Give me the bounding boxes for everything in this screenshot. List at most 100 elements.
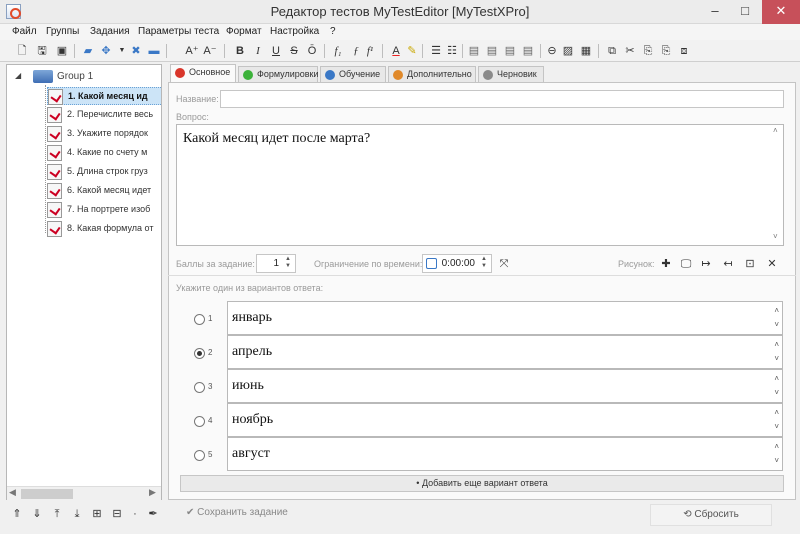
tab-wordings[interactable]: Формулировки [238,66,318,82]
collapse-icon[interactable]: ◢ [15,71,21,80]
arrow-right-icon[interactable]: ↦ [698,256,714,272]
new-file-icon[interactable]: 🗋 [14,43,30,59]
collapse-all-icon[interactable]: ⊟ [110,506,124,522]
answer-scroll-icon[interactable]: ˄ ˅ [774,372,779,400]
close-button[interactable]: ✕ [762,0,800,24]
remove-picture-icon[interactable]: ✕ [764,256,780,272]
numbered-list-icon[interactable]: ☷ [444,43,460,59]
strikethrough-icon[interactable]: S [286,43,302,59]
answer-scroll-icon[interactable]: ˄ ˅ [774,338,779,366]
stepper-arrows-icon[interactable]: ▲ ▼ [478,256,490,271]
format-painter-icon[interactable]: ⧈ [676,43,692,59]
subscript-icon[interactable]: f₁ [330,43,346,59]
arrows-icon[interactable]: ✥ [98,43,114,59]
italic-icon[interactable]: I [250,43,266,59]
points-stepper[interactable]: 1 ▲ ▼ [256,254,296,273]
tree-item-3[interactable]: 3. Укажите порядок [47,125,161,143]
add-answer-button[interactable]: • Добавить еще вариант ответа [180,475,784,492]
tab-training[interactable]: Обучение [320,66,386,82]
dot-icon[interactable]: · [128,506,142,522]
question-scrollbar[interactable]: ˄ ˅ [772,126,782,244]
tab-main[interactable]: Основное [170,64,236,83]
tab-additional[interactable]: Дополнительно [388,66,476,82]
overline-icon[interactable]: Ō [304,43,320,59]
scroll-up-icon[interactable]: ˄ [773,126,778,135]
font-grow-icon[interactable]: A⁺ [184,43,200,59]
minimize-button[interactable]: – [700,0,730,24]
bullet-list-icon[interactable]: ☰ [428,43,444,59]
paste-icon[interactable]: ⎘ [640,43,656,59]
table-icon[interactable]: ▦ [578,43,594,59]
answer-radio-4[interactable] [194,416,205,427]
answer-editor-1[interactable]: январь ˄ ˅ [227,301,783,335]
answer-radio-3[interactable] [194,382,205,393]
font-color-icon[interactable]: A [388,43,404,59]
scroll-right-icon[interactable]: ▶ [149,487,156,498]
paste-special-icon[interactable]: ⎘ [658,43,674,59]
shuffle-icon[interactable]: ✖ [128,43,144,59]
tab-draft[interactable]: Черновик [478,66,544,82]
add-picture-icon[interactable]: ✚ [658,256,674,272]
tree-item-1[interactable]: 1. Какой месяц ид [47,87,161,105]
stepper-arrows-icon[interactable]: ▲ ▼ [282,256,294,271]
open-file-icon[interactable]: 🖫 [34,43,50,59]
answer-editor-2[interactable]: апрель ˄ ˅ [227,335,783,369]
highlight-icon[interactable]: ✎ [404,43,420,59]
align-left-icon[interactable]: ▤ [466,43,482,59]
answer-radio-2[interactable] [194,348,205,359]
folder-icon[interactable]: ▰ [80,43,96,59]
menu-file[interactable]: Файл [12,26,37,37]
tree-item-6[interactable]: 6. Какой месяц идет [47,182,161,200]
move-bottom-icon[interactable]: ⤓ [70,506,84,522]
menu-settings[interactable]: Настройка [270,26,319,37]
answer-radio-1[interactable] [194,314,205,325]
menu-format[interactable]: Формат [226,26,262,37]
scroll-left-icon[interactable]: ◀ [9,487,16,498]
screen-icon[interactable]: 🖵 [678,256,694,272]
save-task-button[interactable]: ✔ Сохранить задание [186,507,288,518]
time-limit-checkbox[interactable] [426,258,437,269]
answer-scroll-icon[interactable]: ˄ ˅ [774,304,779,332]
bold-icon[interactable]: B [232,43,248,59]
tree-item-7[interactable]: 7. На портрете изоб [47,201,161,219]
save-icon[interactable]: ▣ [54,43,70,59]
question-editor[interactable]: Какой месяц идет после марта? ˄ ˅ [176,124,784,246]
answer-editor-4[interactable]: ноябрь ˄ ˅ [227,403,783,437]
expand-all-icon[interactable]: ⊞ [90,506,104,522]
image-icon[interactable]: ▨ [560,43,576,59]
justify-icon[interactable]: ▤ [520,43,536,59]
maximize-button[interactable]: □ [730,0,760,24]
tree-item-5[interactable]: 5. Длина строк груз [47,163,161,181]
answer-editor-5[interactable]: август ˄ ˅ [227,437,783,471]
menu-help[interactable]: ? [330,26,336,37]
symbol-icon[interactable]: ⊖ [544,43,560,59]
move-up-icon[interactable]: ⇑ [10,506,24,522]
time-limit-stepper[interactable]: 0:00:00 ▲ ▼ [422,254,492,273]
underline-icon[interactable]: U [268,43,284,59]
cut-icon[interactable]: ✂ [622,43,638,59]
menu-groups[interactable]: Группы [46,26,79,37]
answer-radio-5[interactable] [194,450,205,461]
time-clear-icon[interactable]: ⤧ [496,256,512,272]
minus-icon[interactable]: ▬ [146,43,162,59]
tree-item-2[interactable]: 2. Перечислите весь [47,106,161,124]
answer-scroll-icon[interactable]: ˄ ˅ [774,406,779,434]
reset-button[interactable]: ⟲ Сбросить [650,504,772,526]
menu-test-params[interactable]: Параметры теста [138,26,219,37]
move-down-icon[interactable]: ⇓ [30,506,44,522]
scroll-down-icon[interactable]: ˅ [773,232,778,241]
arrow-left-icon[interactable]: ↤ [720,256,736,272]
answer-scroll-icon[interactable]: ˄ ˅ [774,440,779,468]
align-right-icon[interactable]: ▤ [502,43,518,59]
answer-editor-3[interactable]: июнь ˄ ˅ [227,369,783,403]
task-name-input[interactable] [220,90,784,108]
move-top-icon[interactable]: ⤒ [50,506,64,522]
scrollbar-thumb[interactable] [21,489,73,499]
menu-tasks[interactable]: Задания [90,26,130,37]
align-center-icon[interactable]: ▤ [484,43,500,59]
font-shrink-icon[interactable]: A⁻ [202,43,218,59]
tree-horizontal-scrollbar[interactable]: ◀ ▶ [7,486,161,500]
pen-icon[interactable]: ✒ [146,506,160,522]
tree-root-group[interactable]: ◢ Group 1 [15,70,161,84]
export-icon[interactable]: ⊡ [742,256,758,272]
